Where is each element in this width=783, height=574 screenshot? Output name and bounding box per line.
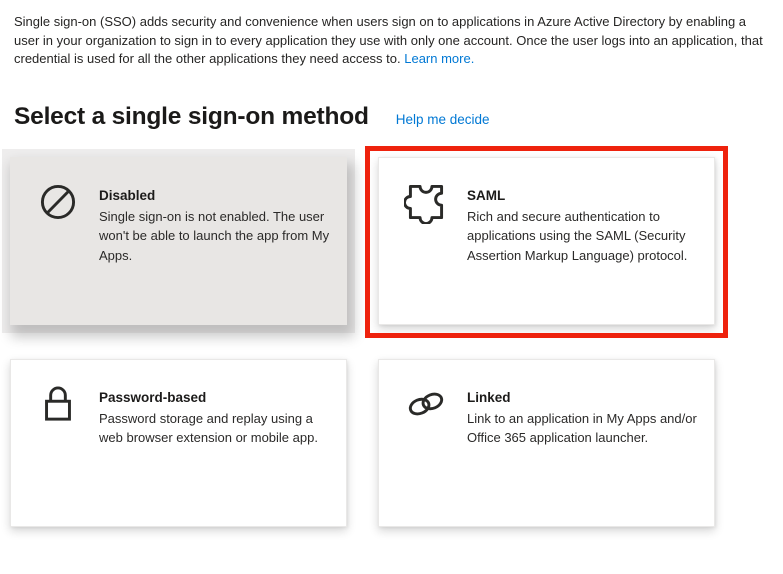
card-title: Linked (467, 389, 511, 405)
help-me-decide-link[interactable]: Help me decide (396, 112, 490, 127)
lock-icon (36, 382, 80, 426)
card-text: Linked Link to an application in My Apps… (467, 389, 702, 448)
card-description: Single sign-on is not enabled. The user … (99, 208, 330, 263)
card-text: Disabled Single sign-on is not enabled. … (99, 187, 334, 266)
card-description: Password storage and replay using a web … (99, 410, 318, 446)
sso-method-page: Single sign-on (SSO) adds security and c… (0, 13, 783, 574)
sso-method-card-linked[interactable]: Linked Link to an application in My Apps… (378, 358, 715, 527)
card-title: SAML (467, 187, 506, 203)
link-icon (404, 382, 448, 426)
sso-method-card-disabled[interactable]: Disabled Single sign-on is not enabled. … (10, 156, 347, 325)
learn-more-link[interactable]: Learn more. (404, 51, 474, 66)
heading-row: Select a single sign-on method Help me d… (14, 103, 783, 131)
page-title: Select a single sign-on method (14, 102, 369, 130)
card-title: Disabled (99, 187, 156, 203)
card-text: Password-based Password storage and repl… (99, 389, 334, 448)
sso-method-card-password-based[interactable]: Password-based Password storage and repl… (10, 358, 347, 527)
card-title: Password-based (99, 389, 207, 405)
puzzle-icon (404, 180, 448, 224)
sso-intro-paragraph: Single sign-on (SSO) adds security and c… (14, 13, 771, 69)
sso-method-card-grid: Disabled Single sign-on is not enabled. … (10, 145, 728, 527)
card-text: SAML Rich and secure authentication to a… (467, 187, 702, 266)
sso-method-card-saml[interactable]: SAML Rich and secure authentication to a… (365, 145, 728, 338)
prohibition-icon (36, 180, 80, 224)
card-description: Link to an application in My Apps and/or… (467, 410, 697, 446)
sso-intro-text: Single sign-on (SSO) adds security and c… (14, 14, 763, 66)
card-description: Rich and secure authentication to applic… (467, 208, 688, 263)
